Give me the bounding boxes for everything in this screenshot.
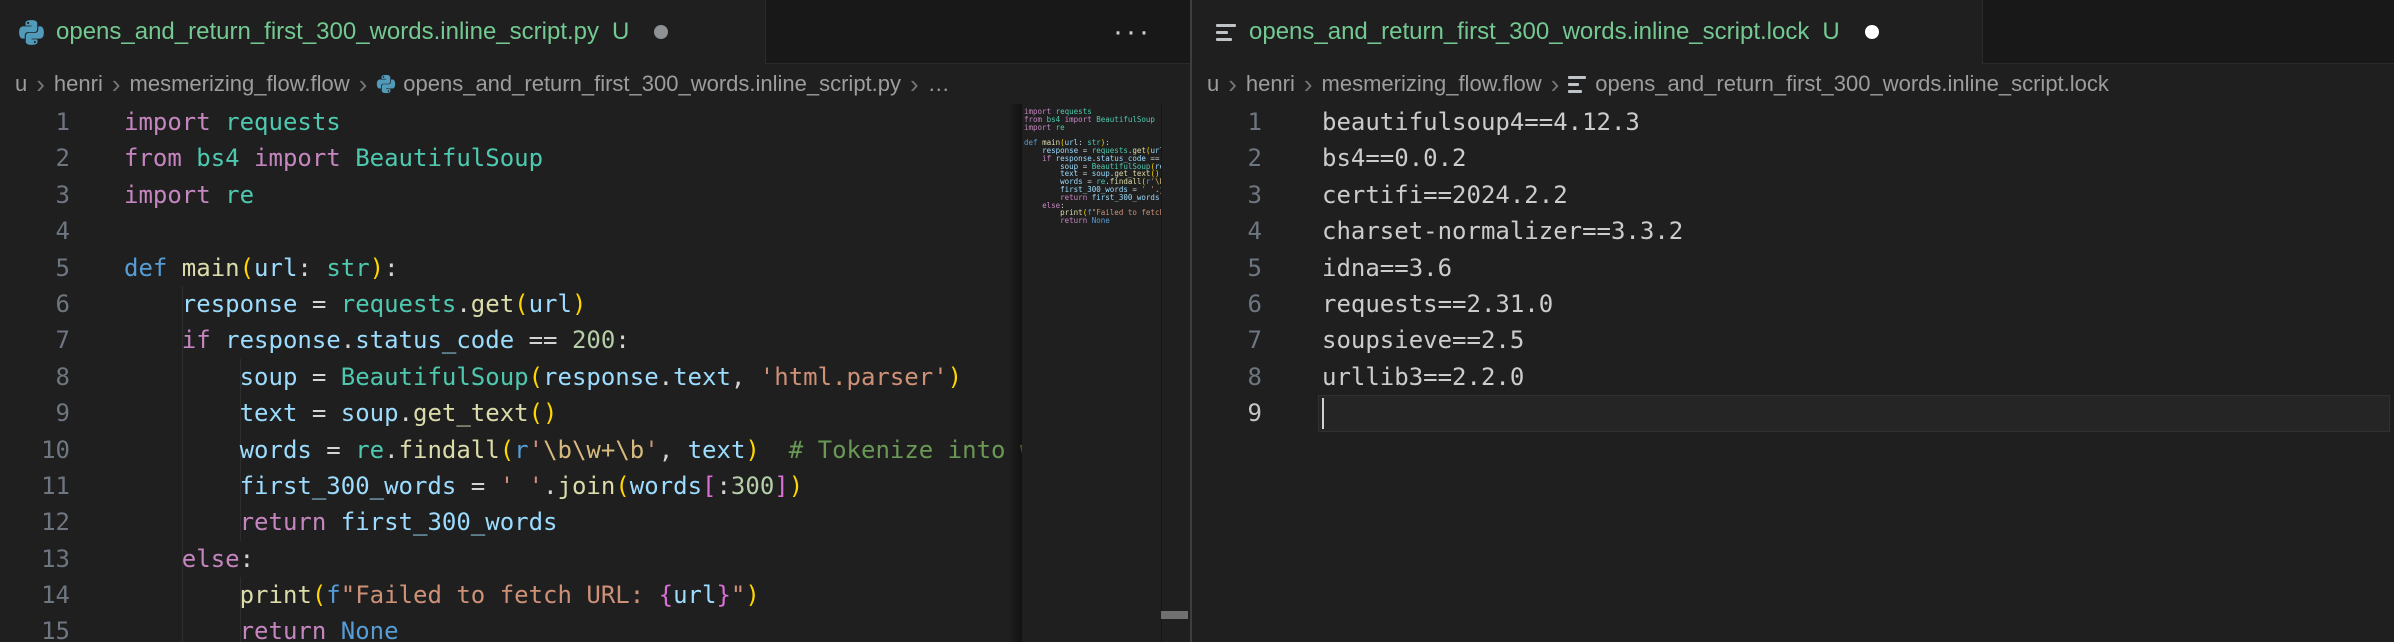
line-number: 3 [1192,177,1262,213]
code-line[interactable] [1322,395,2394,431]
editor-groups: opens_and_return_first_300_words.inline_… [0,0,2394,642]
line-number: 2 [1192,140,1262,176]
line-number: 1 [0,104,70,140]
breadcrumb-item-label: u [15,71,27,97]
line-number: 15 [0,613,70,642]
line-number: 4 [1192,213,1262,249]
code-line[interactable]: beautifulsoup4==4.12.3 [1322,104,2394,140]
more-actions-icon[interactable]: ··· [1113,17,1152,47]
minimap[interactable]: import requestsfrom bs4 import Beautiful… [1022,104,1161,642]
line-number: 10 [0,432,70,468]
minimap-shadow [1008,104,1022,642]
line-number: 3 [0,177,70,213]
text-lines-icon [1216,21,1238,43]
tab-python-file[interactable]: opens_and_return_first_300_words.inline_… [0,0,766,64]
breadcrumb-item[interactable]: u [1207,71,1219,97]
text-lines-icon [1568,74,1588,94]
line-number-gutter: 123456789 [1192,104,1282,642]
breadcrumb-item-label: henri [54,71,103,97]
horizontal-scrollbar-thumb[interactable] [1161,611,1188,619]
breadcrumb-item-label: opens_and_return_first_300_words.inline_… [403,71,901,97]
line-number: 8 [0,359,70,395]
lock-file-icon [1216,21,1238,43]
code-line[interactable]: certifi==2024.2.2 [1322,177,2394,213]
line-number: 9 [0,395,70,431]
breadcrumb-item-label: mesmerizing_flow.flow [1322,71,1542,97]
tab-bar-left: opens_and_return_first_300_words.inline_… [0,0,1190,64]
line-number: 6 [1192,286,1262,322]
code-area: beautifulsoup4==4.12.3bs4==0.0.2certifi=… [1282,104,2394,642]
scrollbar-track[interactable] [1161,104,1190,642]
breadcrumb-item-label: opens_and_return_first_300_words.inline_… [1595,71,2109,97]
line-number: 5 [0,250,70,286]
unsaved-changes-dot[interactable] [1865,25,1879,39]
breadcrumb-item[interactable]: henri [54,71,103,97]
tab-bar-empty-space: ··· [766,0,1190,64]
breadcrumb-separator-icon: › [36,71,45,97]
tab-lock-file[interactable]: opens_and_return_first_300_words.inline_… [1192,0,1983,64]
line-number: 12 [0,504,70,540]
breadcrumb-item[interactable]: mesmerizing_flow.flow [130,71,350,97]
python-icon [18,19,45,46]
python-icon [376,74,396,94]
breadcrumb-separator-icon: › [359,71,368,97]
breadcrumb-item[interactable]: opens_and_return_first_300_words.inline_… [1568,71,2109,97]
breadcrumb-separator-icon: › [1551,71,1560,97]
breadcrumb-item-label: henri [1246,71,1295,97]
breadcrumb-item[interactable]: henri [1246,71,1295,97]
breadcrumb-item-label: u [1207,71,1219,97]
tab-bar-empty-space [1983,0,2394,64]
tab-label: opens_and_return_first_300_words.inline_… [1249,18,1809,46]
line-number: 4 [0,213,70,249]
breadcrumb-item[interactable]: mesmerizing_flow.flow [1322,71,1542,97]
breadcrumb-separator-icon: › [1304,71,1313,97]
line-number: 11 [0,468,70,504]
line-number: 7 [0,322,70,358]
code-line[interactable]: soupsieve==2.5 [1322,322,2394,358]
code-editor-lock[interactable]: 123456789 beautifulsoup4==4.12.3bs4==0.0… [1192,104,2394,642]
breadcrumb-item[interactable]: u [15,71,27,97]
line-number: 6 [0,286,70,322]
line-number: 2 [0,140,70,176]
editor-group-right: opens_and_return_first_300_words.inline_… [1192,0,2394,642]
code-line[interactable]: urllib3==2.2.0 [1322,359,2394,395]
breadcrumb-item-label: … [928,71,950,97]
line-number: 5 [1192,250,1262,286]
breadcrumb-separator-icon: › [1228,71,1237,97]
breadcrumb: u › henri › mesmerizing_flow.flow › opens_and_… [0,64,1190,104]
breadcrumb-item[interactable]: opens_and_return_first_300_words.inline_… [376,71,901,97]
code-line[interactable]: requests==2.31.0 [1322,286,2394,322]
breadcrumb: u › henri › mesmerizing_flow.flow › opens_and_… [1192,64,2394,104]
python-file-icon [18,19,45,46]
code-editor-python[interactable]: 123456789101112131415 import requestsfro… [0,104,1190,642]
breadcrumb-separator-icon: › [910,71,919,97]
line-number-gutter: 123456789101112131415 [0,104,90,642]
text-cursor [1322,398,1324,429]
line-number: 8 [1192,359,1262,395]
breadcrumb-item-label: mesmerizing_flow.flow [130,71,350,97]
line-number: 1 [1192,104,1262,140]
line-number: 7 [1192,322,1262,358]
line-number: 14 [0,577,70,613]
git-status-badge: U [612,18,629,46]
code-line[interactable]: bs4==0.0.2 [1322,140,2394,176]
editor-group-left: opens_and_return_first_300_words.inline_… [0,0,1190,642]
code-line[interactable]: charset-normalizer==3.3.2 [1322,213,2394,249]
line-number: 13 [0,541,70,577]
tab-bar-right: opens_and_return_first_300_words.inline_… [1192,0,2394,64]
line-number: 9 [1192,395,1262,431]
tab-label: opens_and_return_first_300_words.inline_… [56,18,599,46]
breadcrumb-item[interactable]: … [928,71,950,97]
breadcrumb-separator-icon: › [112,71,121,97]
git-status-badge: U [1822,18,1839,46]
unsaved-changes-dot[interactable] [654,25,668,39]
code-line[interactable]: idna==3.6 [1322,250,2394,286]
